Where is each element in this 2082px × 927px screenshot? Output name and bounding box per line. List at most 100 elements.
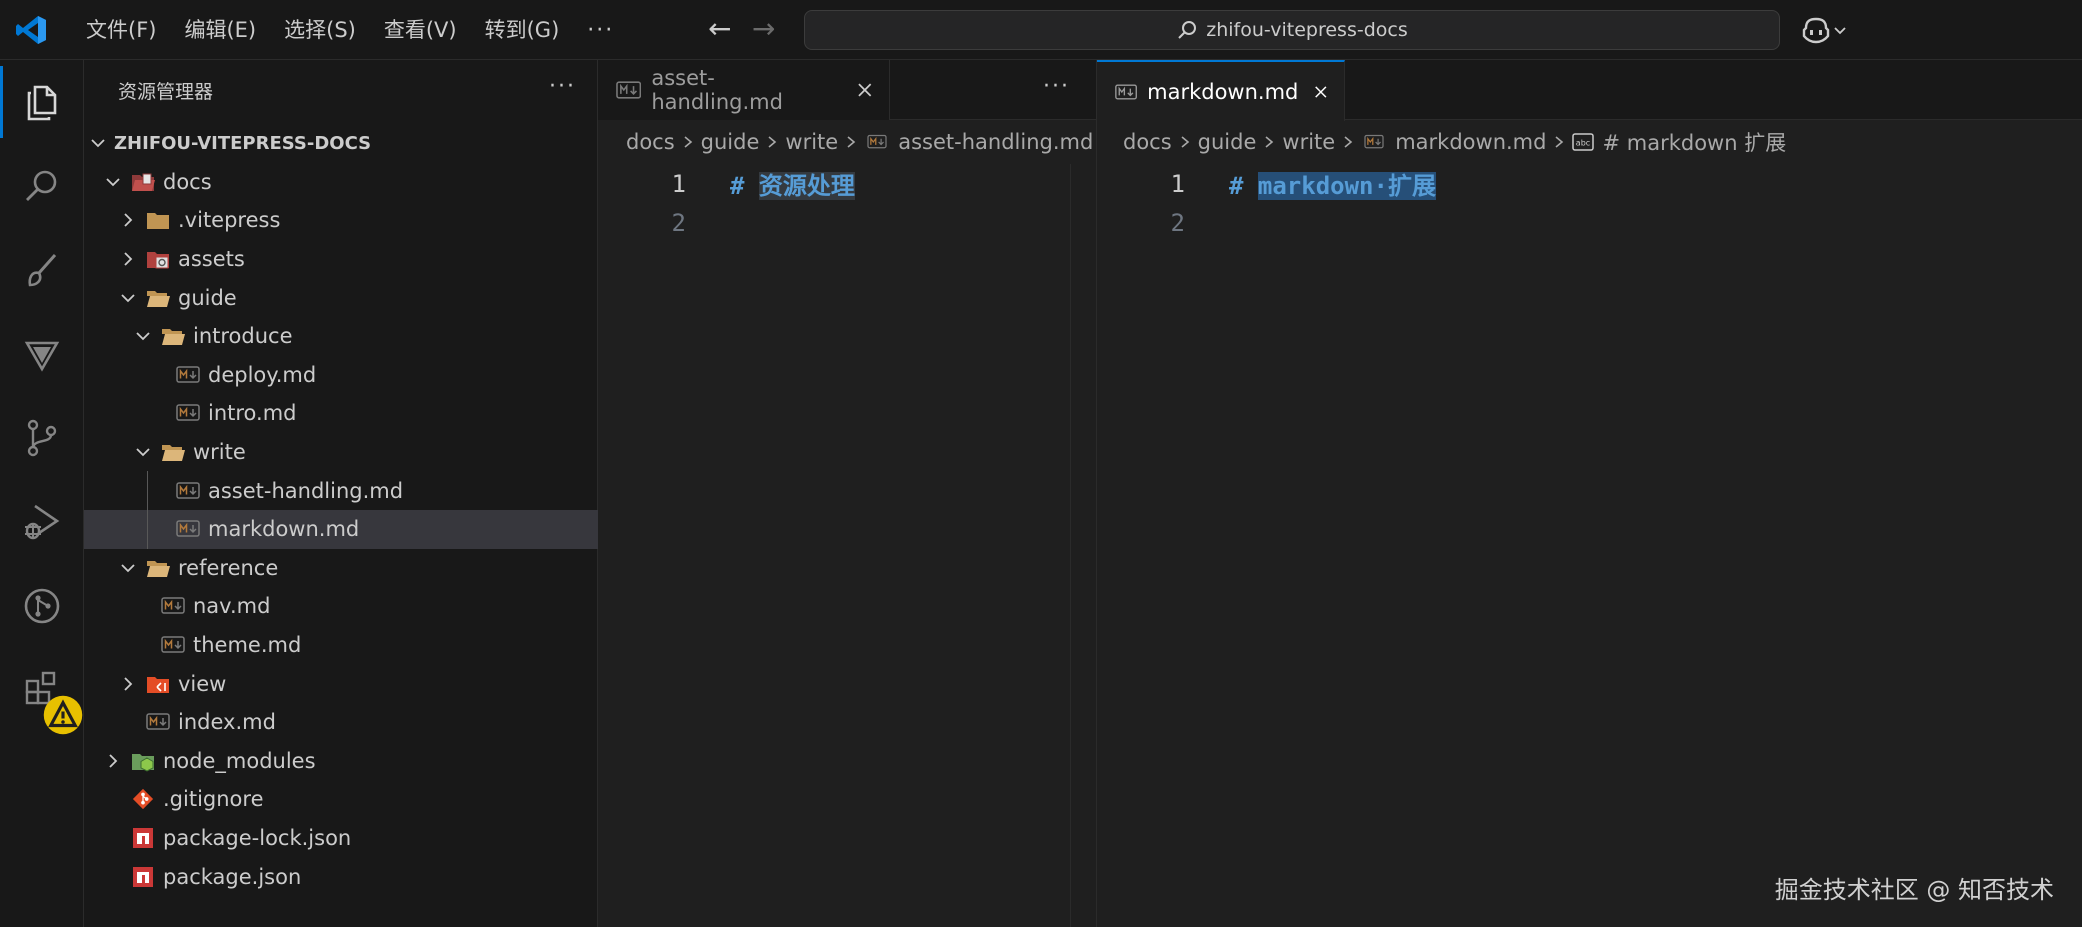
back-arrow-icon[interactable]: ← [708, 14, 731, 44]
breadcrumb-item[interactable]: markdown.md [1361, 130, 1546, 154]
close-icon[interactable] [857, 82, 873, 98]
code-editor-left[interactable]: 1 # 资源处理 2 [598, 164, 1096, 242]
activity-search[interactable] [0, 144, 84, 228]
tree-item[interactable]: nav.md [84, 587, 598, 626]
tree-item[interactable]: introduce [84, 317, 598, 356]
code-line: 2 [598, 203, 1096, 242]
markdown-icon [616, 81, 642, 99]
search-icon [1178, 21, 1197, 39]
chevron-down-icon [1834, 27, 1846, 35]
menu-more-button[interactable]: ··· [573, 18, 628, 43]
activity-source-control[interactable] [0, 396, 84, 480]
menu-view[interactable]: 查看(V) [370, 0, 471, 60]
workspace-root[interactable]: ZHIFOU-VITEPRESS-DOCS [84, 124, 598, 163]
activity-extensions[interactable] [0, 648, 84, 735]
paintbrush-icon [28, 254, 57, 287]
code-editor-right[interactable]: 1 # markdown·扩展 2 [1097, 164, 2082, 242]
forward-arrow-icon[interactable]: → [752, 14, 775, 44]
vertical-scrollbar[interactable] [1070, 164, 1096, 927]
file-icon [146, 209, 170, 231]
tree-item-label: index.md [178, 710, 276, 735]
tree-item[interactable]: .gitignore [84, 780, 598, 819]
npm-icon [133, 827, 153, 848]
tree-item[interactable]: assets [84, 240, 598, 279]
file-icon [131, 788, 155, 810]
file-tree: ZHIFOU-VITEPRESS-DOCS docs .vitepress asset… [84, 124, 598, 896]
tab-label: asset-handling.md [651, 66, 783, 114]
breadcrumb-item[interactable]: abc # markdown 扩展 [1572, 127, 1786, 157]
tree-item[interactable]: guide [84, 278, 598, 317]
tree-item[interactable]: package-lock.json [84, 819, 598, 858]
heading-marker: # [1229, 172, 1258, 200]
activity-git-graph[interactable] [0, 564, 84, 648]
tree-item[interactable]: theme.md [84, 626, 598, 665]
tab-strip-right: markdown.md [1097, 60, 2082, 121]
menu-bar: 文件(F) 编辑(E) 选择(S) 查看(V) 转到(G) ··· [72, 0, 628, 60]
tab-markdown[interactable]: markdown.md [1097, 60, 1345, 121]
markdown-icon [176, 520, 200, 537]
chevron [118, 288, 138, 308]
close-icon[interactable] [1314, 84, 1328, 100]
breadcrumb-item[interactable]: docs [626, 130, 675, 154]
explorer-more-button[interactable]: ··· [549, 74, 576, 99]
menu-edit[interactable]: 编辑(E) [170, 0, 270, 60]
breadcrumb-item[interactable]: guide [701, 130, 760, 154]
command-center-text: zhifou-vitepress-docs [1206, 19, 1408, 41]
tree-item[interactable]: docs [84, 163, 598, 202]
markdown-icon [146, 713, 170, 730]
breadcrumb-item[interactable]: asset-handling.md [864, 130, 1093, 154]
tree-item[interactable]: asset-handling.md [84, 471, 598, 510]
chevron-right-icon [124, 252, 133, 266]
menu-go[interactable]: 转到(G) [471, 0, 574, 60]
line-number: 2 [1170, 208, 1185, 237]
breadcrumb-item[interactable]: write [1282, 130, 1335, 154]
chevron-right-icon [768, 136, 777, 148]
tree-item[interactable]: markdown.md [84, 509, 598, 549]
tree-item-label: package.json [163, 864, 302, 889]
tree-item[interactable]: write [84, 433, 598, 472]
search-icon [26, 170, 57, 201]
tree-item[interactable]: package.json [84, 857, 598, 896]
tree-item[interactable]: deploy.md [84, 356, 598, 395]
heading-marker: # [730, 172, 759, 200]
breadcrumb-item[interactable]: guide [1198, 130, 1257, 154]
code-text: # markdown·扩展 [1229, 166, 1436, 201]
tree-item[interactable]: view [84, 664, 598, 703]
tree-item[interactable]: reference [84, 549, 598, 588]
editor-more-button[interactable]: ··· [1043, 74, 1070, 99]
folder-open-icon [162, 329, 185, 346]
chevron-right-icon [109, 754, 118, 768]
chevron-right-icon [124, 213, 133, 228]
tree-item[interactable]: .vitepress [84, 201, 598, 240]
breadcrumb-item[interactable]: docs [1123, 130, 1172, 154]
tree-item-label: intro.md [208, 401, 297, 426]
heading-text: markdown·扩展 [1257, 172, 1436, 200]
editor-group-right: markdown.md docs guide write markdown.md abc… [1097, 60, 2082, 927]
chevron [133, 635, 153, 655]
chevron [133, 326, 153, 346]
chevron-right-icon [1344, 136, 1353, 148]
tree-item[interactable]: intro.md [84, 394, 598, 433]
markdown-icon [176, 481, 200, 499]
breadcrumb-item[interactable]: write [785, 130, 838, 154]
activity-run-debug[interactable] [0, 480, 84, 564]
tab-asset-handling[interactable]: asset-handling.md [598, 60, 890, 120]
menu-selection[interactable]: 选择(S) [270, 0, 370, 60]
source-control-icon [27, 419, 57, 457]
activity-paint[interactable] [0, 228, 84, 312]
command-center-search[interactable]: zhifou-vitepress-docs [804, 10, 1780, 50]
chevron-right-icon [124, 676, 133, 691]
breadcrumb-label: write [1282, 130, 1336, 154]
chevron-right-icon [847, 136, 856, 148]
menu-file[interactable]: 文件(F) [72, 0, 170, 60]
chevron [148, 519, 168, 539]
tree-item[interactable]: index.md [84, 703, 598, 742]
tree-item[interactable]: node_modules [84, 742, 598, 781]
tree-item-label: .vitepress [178, 208, 281, 233]
activity-explorer[interactable] [0, 60, 84, 144]
tree-item-label: theme.md [193, 633, 302, 658]
breadcrumb-label: guide [1197, 130, 1257, 154]
copilot-button[interactable] [1800, 14, 1854, 46]
activity-triangle[interactable] [0, 312, 84, 396]
chevron-right-icon [1265, 136, 1274, 148]
